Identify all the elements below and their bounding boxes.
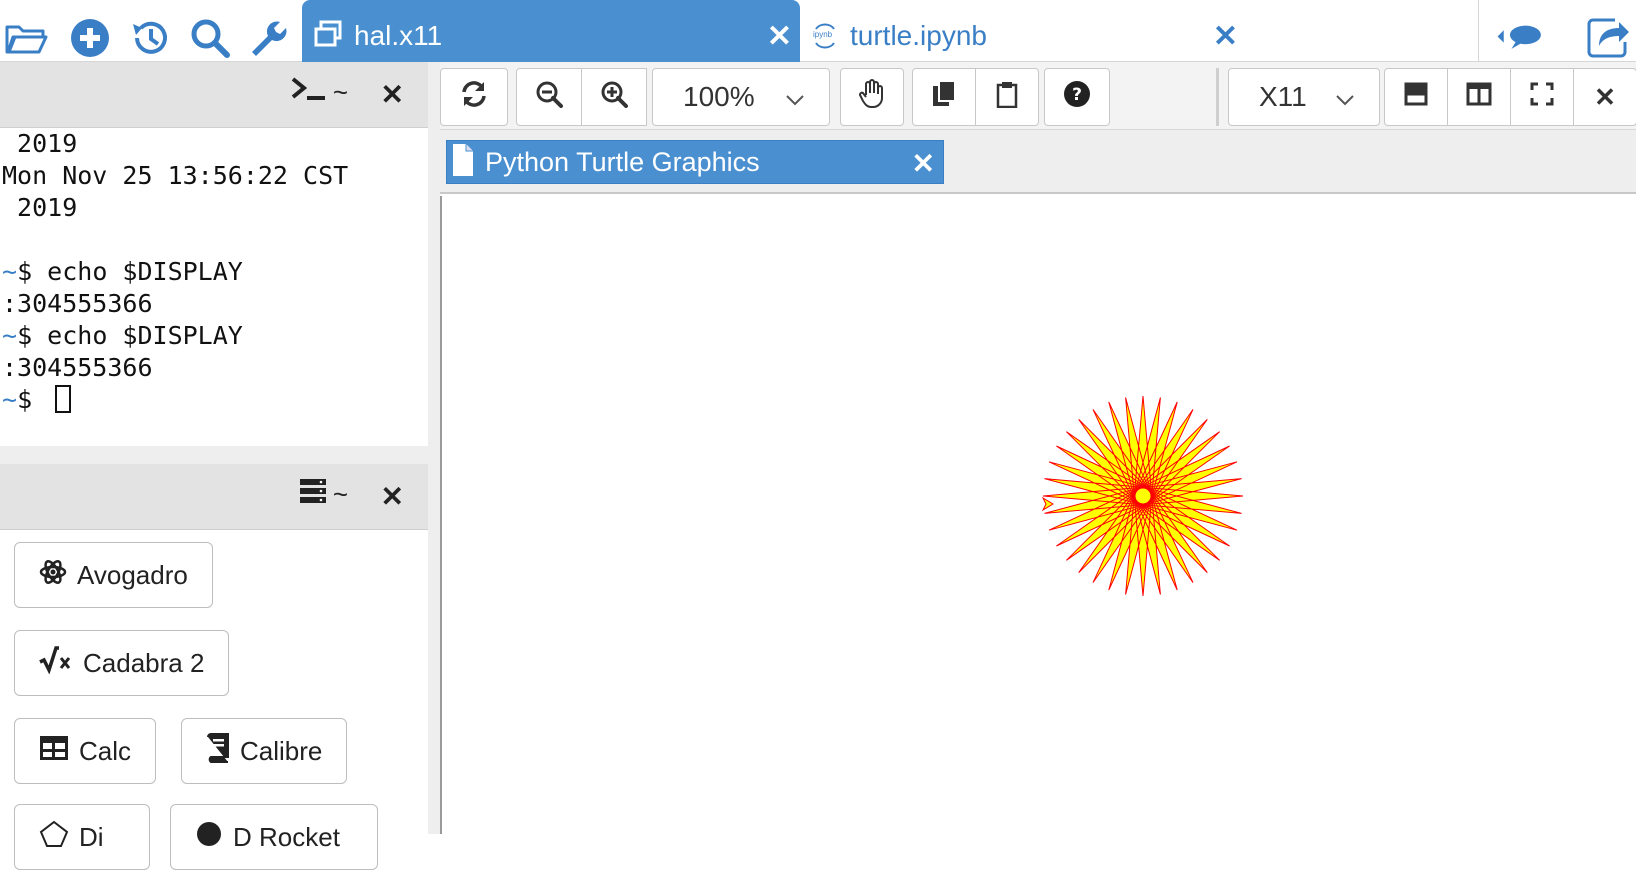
x11-window-title: Python Turtle Graphics	[485, 146, 760, 177]
chevron-down-icon	[1335, 81, 1355, 113]
launcher-drocket-button[interactable]: D Rocket	[170, 804, 378, 870]
display-type-value: X11	[1259, 81, 1307, 112]
zoom-out-button[interactable]	[516, 68, 582, 126]
terminal-line: ~$	[2, 384, 428, 416]
file-icon	[451, 143, 475, 182]
terminal-cursor	[55, 385, 72, 413]
terminal-line: :304555366	[2, 289, 153, 318]
fullscreen-button[interactable]	[1510, 68, 1574, 126]
terminal-line: Mon Nov 25 13:56:22 CST	[2, 161, 349, 190]
zoom-value: 100%	[683, 81, 755, 112]
ipynb-badge: ipynb	[813, 30, 833, 39]
history-icon[interactable]	[126, 16, 174, 60]
terminal-icon	[291, 76, 327, 109]
x11-canvas[interactable]	[440, 196, 1636, 834]
search-icon[interactable]	[186, 16, 234, 60]
atom-icon	[39, 558, 67, 593]
frame-title: ~	[291, 76, 348, 109]
refresh-icon	[460, 80, 488, 115]
close-frame-button[interactable]: ✕	[1573, 68, 1636, 126]
launcher-label: Cadabra 2	[83, 647, 205, 678]
display-type-select[interactable]: X11	[1228, 68, 1380, 126]
launcher-label: Calc	[79, 735, 132, 766]
ipynb-icon: ipynb	[812, 21, 838, 51]
zoom-in-button[interactable]	[581, 68, 647, 126]
launcher-cadabra-button[interactable]: Cadabra 2	[14, 630, 230, 696]
window-icon	[314, 20, 342, 53]
launcher-calibre-button[interactable]: Calibre	[181, 718, 348, 784]
wrench-icon[interactable]	[244, 16, 292, 60]
close-icon[interactable]: ✕	[1213, 22, 1238, 52]
launcher-dia-button[interactable]: Di	[14, 804, 150, 870]
terminal-output[interactable]: 2019 Mon Nov 25 13:56:22 CST 2019 ~$ echo…	[0, 128, 428, 446]
split-vertical-button[interactable]	[1447, 68, 1511, 126]
zoom-out-icon	[535, 80, 563, 115]
frame-title: ~	[299, 478, 348, 511]
launcher-calc-button[interactable]: Calc	[14, 718, 157, 784]
clipboard-icon	[995, 80, 1019, 115]
table-icon	[39, 735, 69, 768]
terminal-line: 2019	[2, 129, 78, 158]
terminal-line: ~$ echo $DISPLAY	[2, 257, 243, 286]
share-icon[interactable]	[1584, 16, 1632, 60]
frame-divider[interactable]	[428, 62, 440, 834]
x11-window-tabbar: Python Turtle Graphics ✕	[440, 130, 1636, 194]
question-circle-icon: ?	[1063, 80, 1091, 115]
chat-icon[interactable]	[1496, 16, 1544, 60]
dia-icon	[39, 820, 69, 855]
terminal-line: 2019	[2, 193, 78, 222]
help-button[interactable]: ?	[1044, 68, 1110, 126]
book-icon	[206, 732, 230, 770]
tab-turtle-ipynb[interactable]: ipynb turtle.ipynb ✕	[808, 0, 1293, 62]
turtle-center-dot	[1132, 485, 1154, 507]
plus-circle-icon[interactable]	[66, 16, 114, 60]
refresh-button[interactable]	[440, 68, 508, 126]
circle-icon	[195, 820, 223, 855]
hand-icon	[859, 78, 885, 116]
copy-button[interactable]	[912, 68, 976, 126]
launcher-label: Di	[79, 821, 104, 852]
close-icon: ✕	[1594, 81, 1616, 112]
launcher-label: Avogadro	[77, 559, 188, 590]
launcher-frame-header: ~ ✕	[0, 464, 428, 530]
tab-label: hal.x11	[354, 20, 443, 51]
copy-icon	[931, 79, 957, 115]
terminal-line: ~$ echo $DISPLAY	[2, 321, 243, 350]
frame-gap	[0, 446, 428, 464]
close-icon[interactable]: ✕	[912, 147, 935, 180]
top-bar: hal.x11 ✕ ipynb turtle.ipynb ✕	[0, 0, 1636, 62]
close-icon[interactable]: ✕	[767, 22, 792, 52]
close-icon[interactable]: ✕	[381, 78, 404, 111]
terminal-line: :304555366	[2, 353, 153, 382]
split-horizontal-icon	[1404, 81, 1428, 113]
pan-button[interactable]	[840, 68, 904, 126]
tab-hal-x11[interactable]: hal.x11 ✕	[302, 0, 800, 62]
zoom-select[interactable]: 100%	[652, 68, 830, 126]
turtle-cursor-icon	[1041, 496, 1054, 512]
expand-icon	[1530, 81, 1554, 113]
tab-label: turtle.ipynb	[850, 20, 987, 51]
svg-text:?: ?	[1072, 85, 1082, 105]
split-horizontal-button[interactable]	[1384, 68, 1448, 126]
chevron-down-icon	[785, 81, 805, 113]
frame-title-label: ~	[332, 479, 348, 509]
zoom-in-icon	[600, 80, 628, 115]
launcher-label: Calibre	[240, 735, 323, 766]
divider	[1478, 0, 1479, 62]
x11-toolbar: 100% ? X11 ✕	[440, 62, 1636, 130]
launcher-label: D Rocket	[233, 821, 340, 852]
terminal-frame-header: ~ ✕	[0, 62, 428, 128]
server-icon	[299, 478, 327, 511]
sqrt-icon	[39, 645, 73, 681]
x11-window-tab[interactable]: Python Turtle Graphics ✕	[446, 140, 944, 184]
close-icon[interactable]: ✕	[381, 480, 404, 513]
divider	[1216, 68, 1219, 126]
frame-title-label: ~	[332, 77, 348, 107]
folder-open-icon[interactable]	[2, 16, 50, 60]
turtle-graphics-drawing	[1041, 395, 1244, 597]
paste-button[interactable]	[975, 68, 1039, 126]
launcher-avogadro-button[interactable]: Avogadro	[14, 542, 213, 608]
split-vertical-icon	[1466, 81, 1492, 113]
